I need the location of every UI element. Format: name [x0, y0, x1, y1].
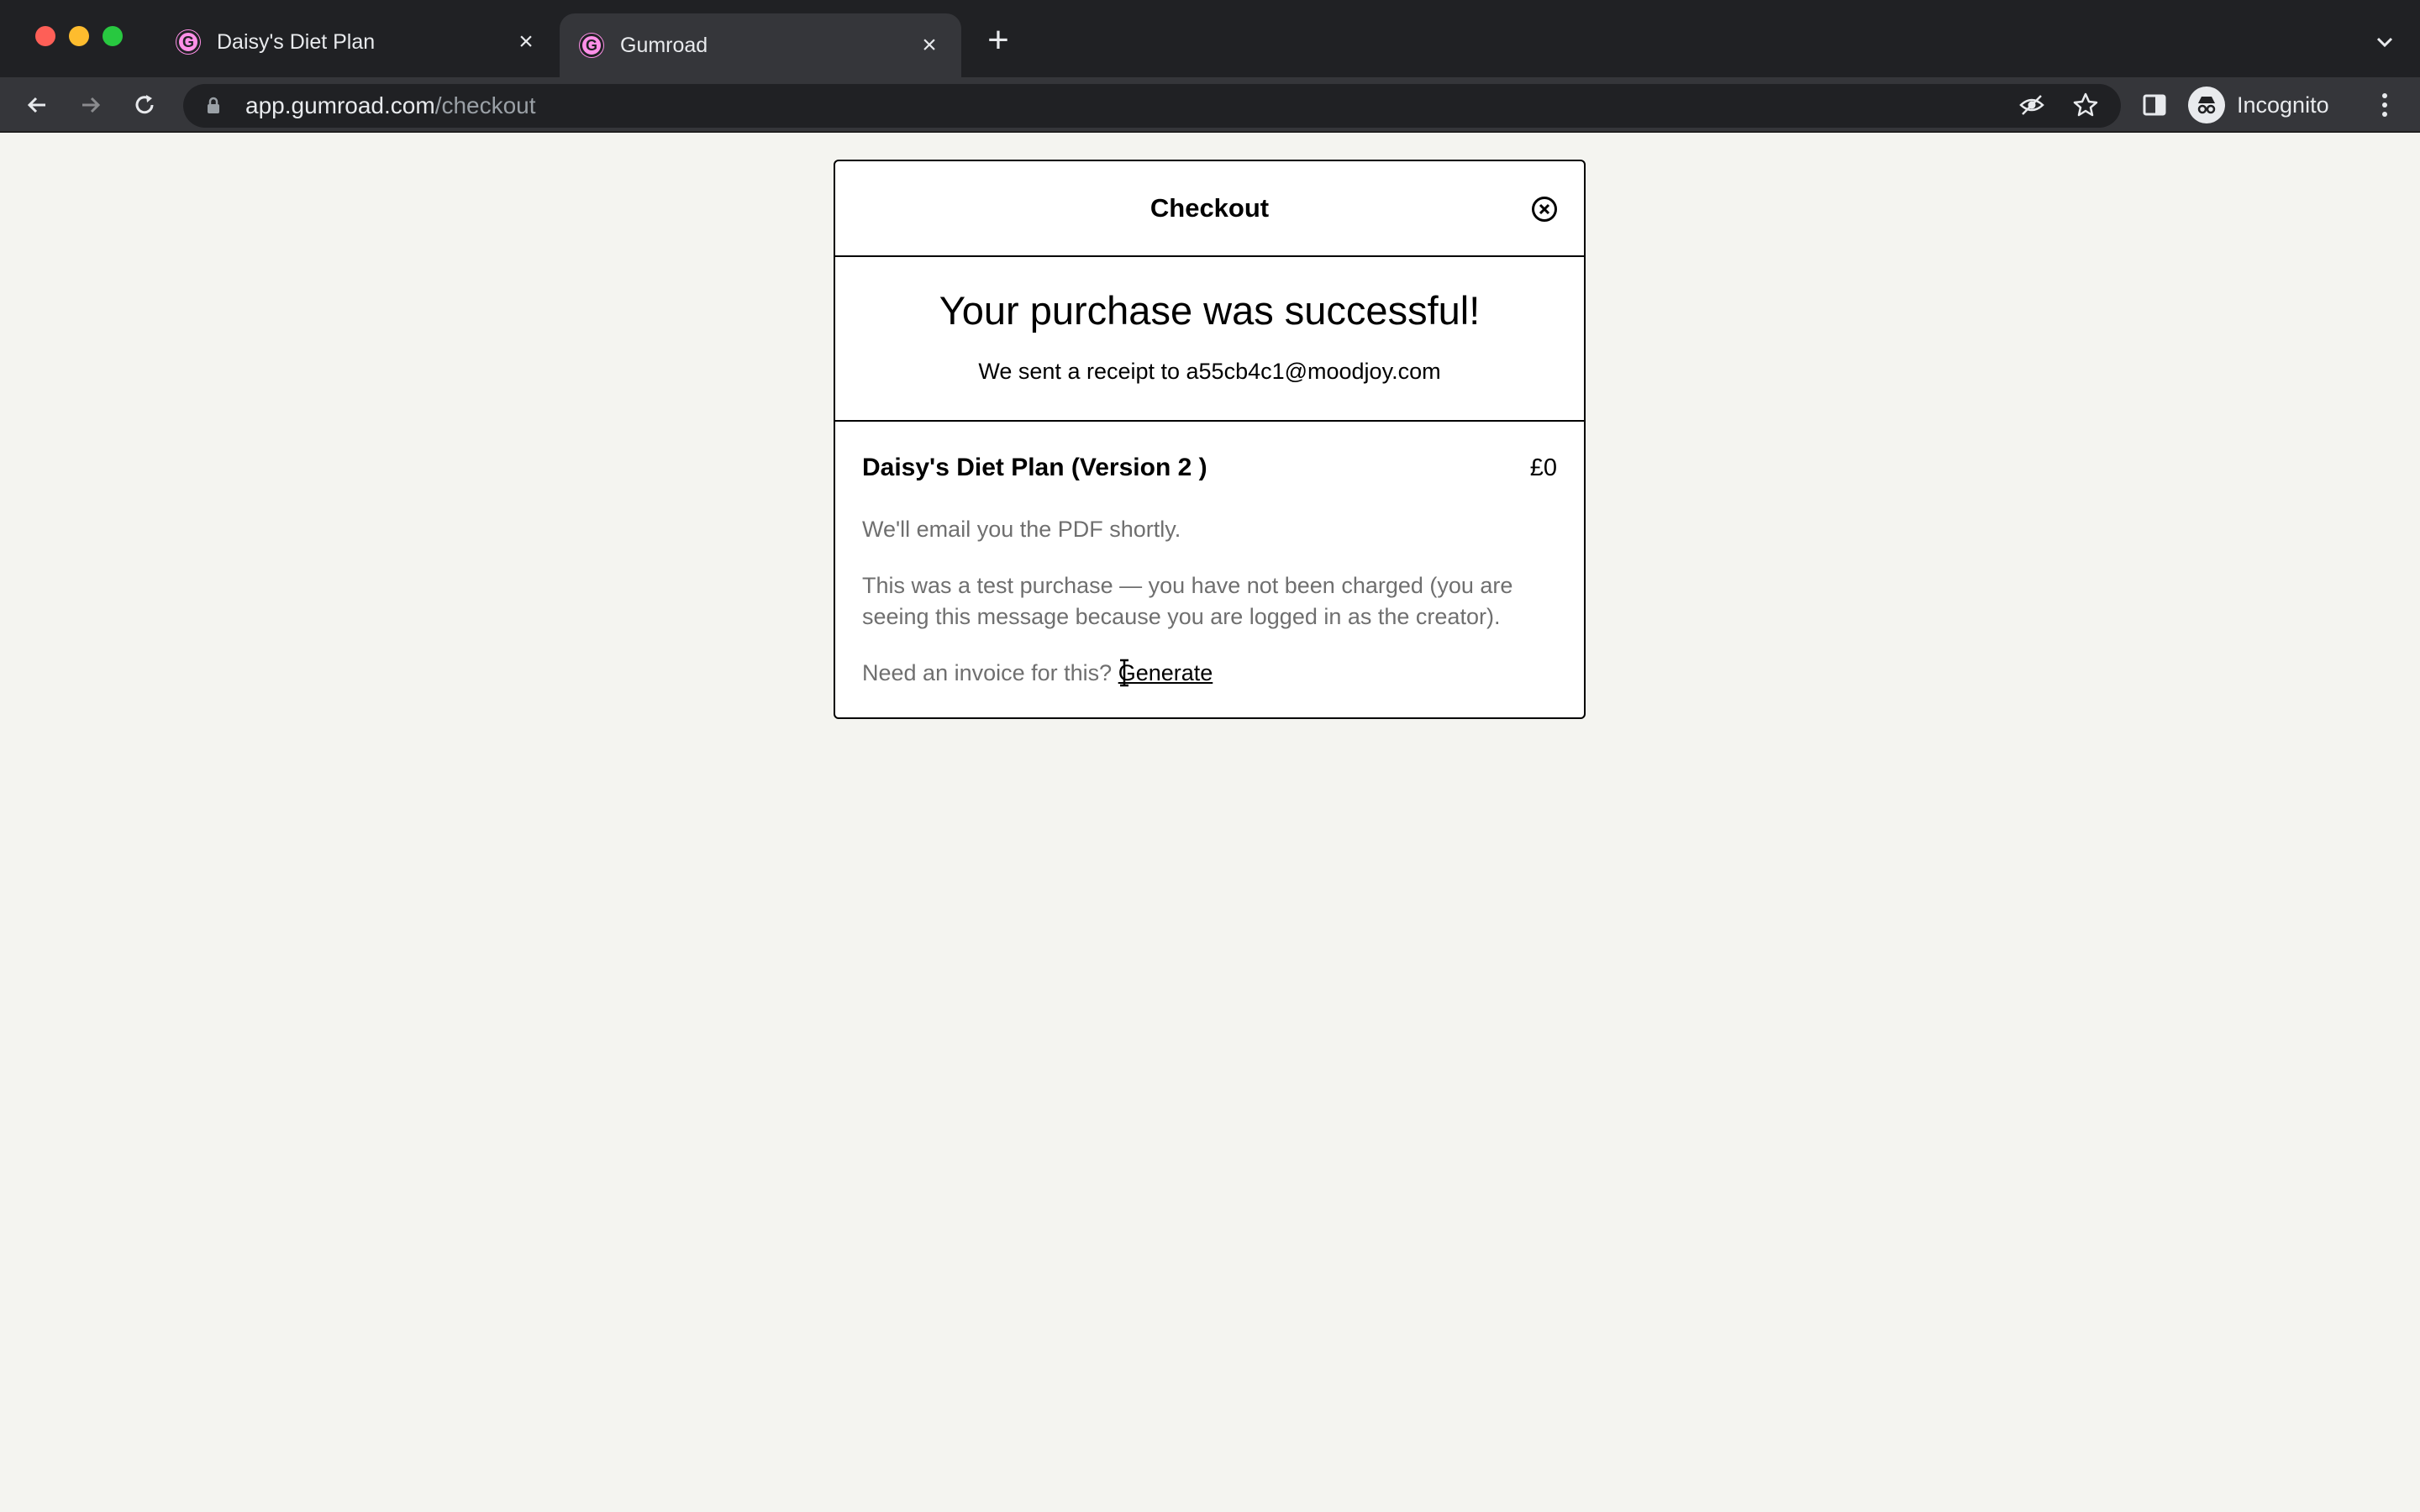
browser-menu-icon[interactable] — [2370, 88, 2400, 122]
tab-title: Gumroad — [620, 33, 708, 57]
url-host: app.gumroad.com — [245, 92, 435, 118]
star-icon[interactable] — [2069, 88, 2102, 122]
browser-toolbar: app.gumroad.com/checkout Incognito — [0, 77, 2420, 133]
generate-invoice-link[interactable]: Generate — [1118, 660, 1213, 685]
address-bar[interactable]: app.gumroad.com/checkout — [183, 84, 2121, 128]
eye-off-icon[interactable] — [2015, 88, 2049, 122]
text-cursor-icon — [1118, 659, 1131, 687]
close-tab-icon[interactable]: × — [511, 27, 541, 57]
invoice-prompt-row: Need an invoice for this? Generate — [862, 658, 1557, 689]
checkout-dialog: Checkout Your purchase was successful! W… — [834, 160, 1586, 719]
browser-tab-strip: G Daisy's Diet Plan × G Gumroad × + — [0, 0, 2420, 77]
checkout-header: Checkout — [835, 161, 1584, 257]
forward-arrow-icon[interactable] — [74, 88, 108, 122]
lock-icon[interactable] — [203, 96, 224, 116]
purchase-details: Daisy's Diet Plan (Version 2 ) £0 We'll … — [835, 422, 1584, 689]
tab-title: Daisy's Diet Plan — [217, 29, 376, 54]
back-arrow-icon[interactable] — [20, 88, 54, 122]
url-text[interactable]: app.gumroad.com/checkout — [245, 92, 536, 119]
success-headline: Your purchase was successful! — [939, 288, 1481, 333]
product-name: Daisy's Diet Plan (Version 2 ) — [862, 454, 1207, 481]
page-viewport: Checkout Your purchase was successful! W… — [0, 133, 2420, 1512]
checkout-title: Checkout — [1150, 193, 1270, 223]
incognito-icon — [2188, 87, 2225, 123]
new-tab-button[interactable]: + — [981, 22, 1015, 59]
reload-icon[interactable] — [128, 88, 161, 122]
url-path: /checkout — [434, 92, 536, 118]
test-purchase-note: This was a test purchase — you have not … — [862, 573, 1513, 629]
close-circle-icon[interactable] — [1530, 195, 1559, 223]
product-price: £0 — [1529, 454, 1557, 481]
maximize-window-button[interactable] — [103, 26, 123, 46]
gumroad-icon: G — [176, 30, 200, 54]
tab-daisys-diet-plan[interactable]: G Daisy's Diet Plan × — [156, 13, 558, 71]
incognito-profile-button[interactable]: Incognito — [2188, 83, 2348, 127]
tab-search-chevron-icon[interactable] — [2370, 27, 2400, 57]
profile-label: Incognito — [2237, 92, 2329, 118]
gumroad-icon: G — [580, 34, 603, 57]
close-tab-icon[interactable]: × — [914, 30, 944, 60]
side-panel-icon[interactable] — [2138, 88, 2171, 122]
tab-gumroad[interactable]: G Gumroad × — [560, 13, 961, 77]
receipt-message: We sent a receipt to a55cb4c1@moodjoy.co… — [978, 359, 1441, 384]
success-section: Your purchase was successful! We sent a … — [835, 257, 1584, 422]
close-window-button[interactable] — [35, 26, 55, 46]
invoice-prompt: Need an invoice for this? — [862, 660, 1113, 685]
email-note: We'll email you the PDF shortly. — [862, 517, 1181, 542]
product-row: Daisy's Diet Plan (Version 2 ) £0 — [862, 454, 1557, 482]
minimize-window-button[interactable] — [69, 26, 89, 46]
